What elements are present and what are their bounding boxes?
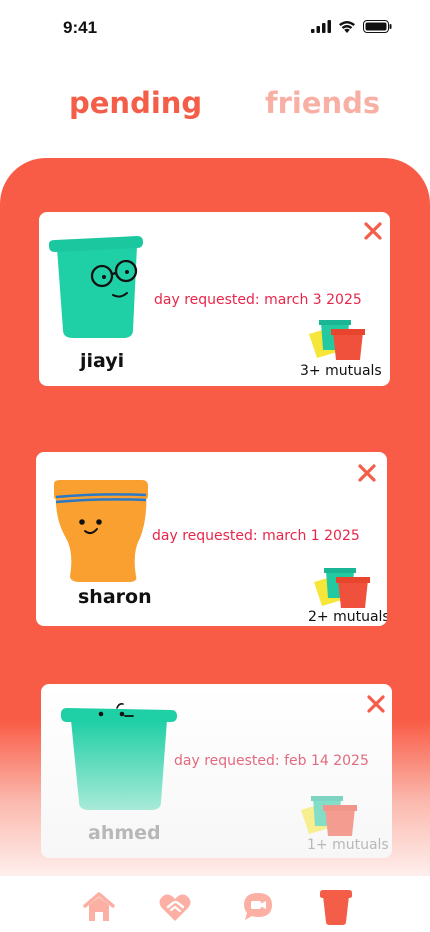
- video-chat-icon[interactable]: [241, 890, 275, 924]
- home-icon[interactable]: [82, 890, 116, 924]
- request-date: day requested: feb 14 2025: [174, 753, 369, 769]
- close-icon[interactable]: [365, 693, 387, 715]
- request-card[interactable]: sharon day requested: march 1 2025 2+ mu…: [36, 452, 387, 626]
- close-icon[interactable]: [356, 462, 378, 484]
- close-icon[interactable]: [362, 220, 384, 242]
- green-bucket-avatar: [49, 236, 143, 338]
- tab-pending[interactable]: pending: [69, 86, 202, 120]
- signal-icon: [311, 20, 331, 33]
- status-bar: 9:41: [0, 0, 430, 56]
- request-card[interactable]: jiayi day requested: march 3 2025 3+ mut…: [39, 212, 390, 386]
- mutuals-count[interactable]: 3+ mutuals: [300, 363, 382, 379]
- mutuals-icon: [314, 568, 370, 608]
- status-icons: [311, 20, 392, 33]
- request-card[interactable]: ahmed day requested: feb 14 2025 1+ mutu…: [41, 684, 392, 858]
- tab-bar: pending friends: [0, 82, 430, 132]
- request-name: jiayi: [80, 350, 125, 372]
- mutuals-count[interactable]: 1+ mutuals: [307, 837, 389, 853]
- wifi-icon: [339, 21, 355, 33]
- status-time: 9:41: [63, 18, 98, 37]
- bucket-icon[interactable]: [318, 888, 354, 926]
- mutuals-icon: [309, 320, 365, 360]
- request-date: day requested: march 3 2025: [154, 292, 362, 308]
- bottom-nav: [0, 876, 430, 932]
- battery-icon: [363, 20, 392, 33]
- request-name: ahmed: [88, 822, 161, 844]
- mutuals-count[interactable]: 2+ mutuals: [308, 609, 387, 625]
- heart-handshake-icon[interactable]: [158, 890, 192, 924]
- mutuals-icon: [301, 796, 357, 836]
- orange-bucket-avatar: [54, 480, 148, 582]
- request-date: day requested: march 1 2025: [152, 528, 360, 544]
- green-bucket-sleepy-avatar: [61, 703, 177, 810]
- tab-friends[interactable]: friends: [265, 86, 380, 120]
- request-name: sharon: [78, 586, 152, 608]
